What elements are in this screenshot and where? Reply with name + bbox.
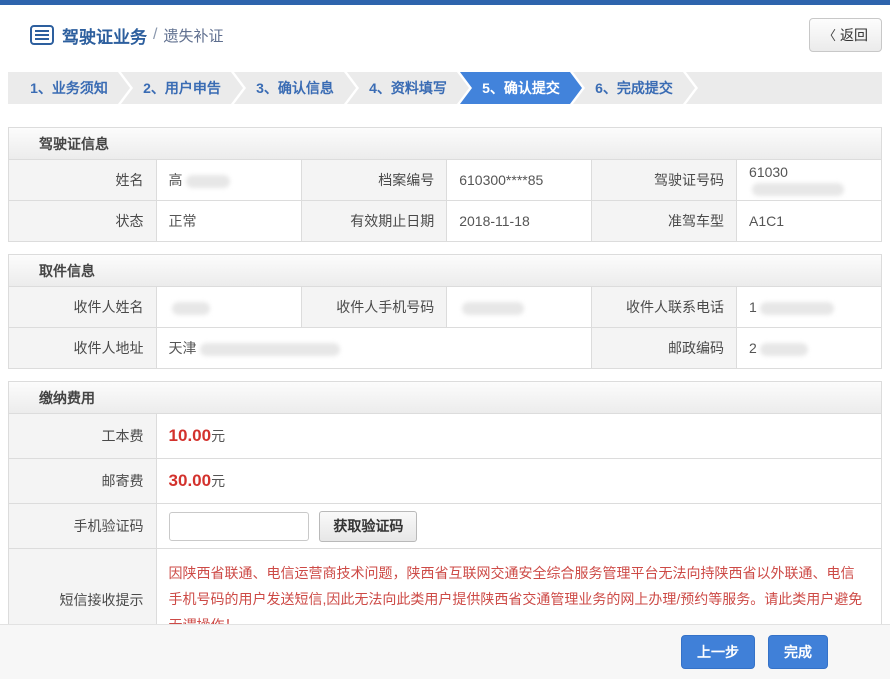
- step-bar-filler: [686, 72, 882, 104]
- status-value: 正常: [156, 201, 302, 242]
- recipient-mobile-label: 收件人手机号码: [302, 287, 447, 328]
- redacted-recipient-mobile: [462, 302, 524, 315]
- sms-code-label: 手机验证码: [9, 504, 157, 549]
- name-label: 姓名: [9, 160, 157, 201]
- step-confirm-info: 3、确认信息: [234, 72, 356, 104]
- recipient-mobile-value: [447, 287, 592, 328]
- sms-code-input[interactable]: [169, 512, 309, 541]
- table-row: 工本费 10.00元: [9, 414, 882, 459]
- table-row: 姓名 高 档案编号 610300****85 驾驶证号码 61030: [9, 160, 882, 201]
- vehicle-class-label: 准驾车型: [592, 201, 737, 242]
- postage-fee-unit: 元: [211, 473, 225, 489]
- payment-table: 工本费 10.00元 邮寄费 30.00元 手机验证码 获取验证码 短信接收提示…: [8, 413, 882, 652]
- status-label: 状态: [9, 201, 157, 242]
- pickup-info-table: 收件人姓名 收件人手机号码 收件人联系电话 1 收件人地址 天津 邮政编码 2: [8, 286, 882, 369]
- payment-section: 缴纳费用 工本费 10.00元 邮寄费 30.00元 手机验证码 获取验证码 短…: [8, 381, 882, 652]
- finish-button[interactable]: 完成: [768, 635, 828, 669]
- page-header: 驾驶证业务 / 遗失补证 〈返回: [0, 5, 890, 65]
- step-user-declaration: 2、用户申告: [121, 72, 243, 104]
- step-complete-submit: 6、完成提交: [573, 72, 695, 104]
- file-no-label: 档案编号: [302, 160, 447, 201]
- table-row: 收件人地址 天津 邮政编码 2: [9, 328, 882, 369]
- recipient-address-value: 天津: [156, 328, 592, 369]
- license-info-table: 姓名 高 档案编号 610300****85 驾驶证号码 61030 状态 正常…: [8, 159, 882, 242]
- list-icon: [30, 25, 54, 45]
- name-value: 高: [156, 160, 302, 201]
- pickup-info-section: 取件信息 收件人姓名 收件人手机号码 收件人联系电话 1 收件人地址 天津 邮政…: [8, 254, 882, 369]
- postal-code-label: 邮政编码: [592, 328, 737, 369]
- step-business-notice: 1、业务须知: [8, 72, 130, 104]
- pickup-info-section-title: 取件信息: [8, 254, 882, 287]
- table-row: 邮寄费 30.00元: [9, 459, 882, 504]
- table-row: 手机验证码 获取验证码: [9, 504, 882, 549]
- recipient-phone-value: 1: [737, 287, 882, 328]
- breadcrumb-current: 遗失补证: [163, 25, 223, 46]
- license-no-label: 驾驶证号码: [592, 160, 737, 201]
- redacted-license-no: [752, 183, 844, 196]
- get-sms-code-button[interactable]: 获取验证码: [319, 511, 417, 542]
- chevron-left-icon: 〈: [823, 28, 836, 43]
- vehicle-class-value: A1C1: [737, 201, 882, 242]
- expiry-label: 有效期止日期: [302, 201, 447, 242]
- step-confirm-submit: 5、确认提交: [460, 72, 582, 104]
- postage-fee-amount: 30.00: [169, 471, 212, 490]
- postage-fee-label: 邮寄费: [9, 459, 157, 504]
- step-fill-materials: 4、资料填写: [347, 72, 469, 104]
- step-progress-bar: 1、业务须知 2、用户申告 3、确认信息 4、资料填写 5、确认提交 6、完成提…: [8, 72, 882, 104]
- production-fee-label: 工本费: [9, 414, 157, 459]
- production-fee-amount: 10.00: [169, 426, 212, 445]
- table-row: 状态 正常 有效期止日期 2018-11-18 准驾车型 A1C1: [9, 201, 882, 242]
- file-no-value: 610300****85: [447, 160, 592, 201]
- license-info-section-title: 驾驶证信息: [8, 127, 882, 160]
- expiry-value: 2018-11-18: [447, 201, 592, 242]
- back-button[interactable]: 〈返回: [809, 18, 882, 52]
- back-button-label: 返回: [840, 27, 868, 43]
- payment-section-title: 缴纳费用: [8, 381, 882, 414]
- redacted-recipient-phone: [760, 302, 834, 315]
- previous-step-button[interactable]: 上一步: [681, 635, 755, 669]
- postage-fee-value: 30.00元: [156, 459, 881, 504]
- redacted-recipient-name: [172, 302, 210, 315]
- production-fee-unit: 元: [211, 428, 225, 444]
- production-fee-value: 10.00元: [156, 414, 881, 459]
- recipient-name-value: [156, 287, 302, 328]
- license-no-value: 61030: [737, 160, 882, 201]
- redacted-recipient-address: [200, 343, 340, 356]
- redacted-postal-code: [760, 343, 808, 356]
- footer-action-bar: 上一步 完成: [0, 624, 890, 679]
- page-title: 驾驶证业务: [62, 23, 147, 48]
- license-info-section: 驾驶证信息 姓名 高 档案编号 610300****85 驾驶证号码 61030…: [8, 127, 882, 242]
- postal-code-value: 2: [737, 328, 882, 369]
- table-row: 收件人姓名 收件人手机号码 收件人联系电话 1: [9, 287, 882, 328]
- recipient-phone-label: 收件人联系电话: [592, 287, 737, 328]
- recipient-name-label: 收件人姓名: [9, 287, 157, 328]
- sms-code-cell: 获取验证码: [156, 504, 881, 549]
- recipient-address-label: 收件人地址: [9, 328, 157, 369]
- redacted-name: [186, 175, 230, 188]
- breadcrumb-separator: /: [153, 26, 157, 44]
